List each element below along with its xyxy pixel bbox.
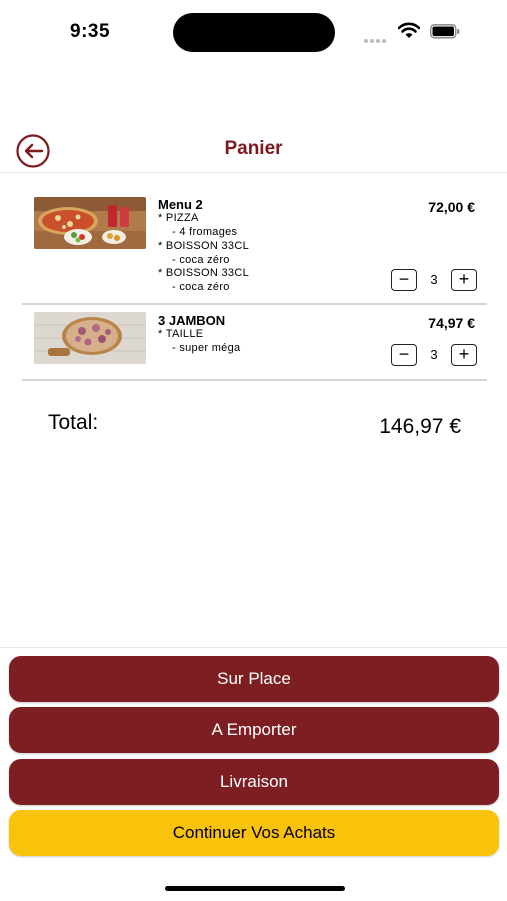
minus-icon[interactable]: −	[391, 269, 417, 291]
option-value: - coca zéro	[172, 281, 230, 293]
option-label: * BOISSON 33CL	[158, 240, 250, 252]
continuer-achats-button[interactable]: Continuer Vos Achats	[9, 810, 499, 856]
quantity-stepper: − 3 +	[391, 344, 477, 368]
option-label: * BOISSON 33CL	[158, 267, 250, 279]
total-value: 146,97 €	[379, 415, 461, 438]
cart-item: Menu 2 72,00 € * PIZZA - 4 fromages * BO…	[22, 190, 487, 305]
dynamic-island	[173, 13, 335, 52]
item-name: 3 JAMBON	[158, 313, 226, 328]
item-name: Menu 2	[158, 197, 203, 212]
nav-bar: Panier	[0, 128, 507, 173]
item-price: 74,97 €	[428, 315, 475, 331]
item-price: 72,00 €	[428, 199, 475, 215]
option-value: - coca zéro	[172, 254, 230, 266]
quantity-value: 3	[430, 272, 438, 287]
page-title: Panier	[224, 138, 283, 159]
sur-place-button[interactable]: Sur Place	[9, 656, 499, 702]
signal-icon	[364, 30, 392, 43]
total-label: Total:	[48, 411, 99, 434]
option-label: * PIZZA	[158, 212, 199, 224]
quantity-value: 3	[430, 347, 438, 362]
option-label: * TAILLE	[158, 328, 204, 340]
home-indicator	[165, 886, 345, 891]
menu-pizza-image	[34, 197, 146, 249]
cart-item: 3 JAMBON 74,97 € * TAILLE - super méga −…	[22, 305, 487, 381]
livraison-button[interactable]: Livraison	[9, 759, 499, 805]
plus-icon[interactable]: +	[451, 344, 477, 366]
option-value: - super méga	[172, 342, 241, 354]
status-bar: 9:35	[0, 0, 507, 60]
status-time: 9:35	[70, 21, 111, 42]
quantity-stepper: − 3 +	[391, 269, 477, 293]
minus-icon[interactable]: −	[391, 344, 417, 366]
action-footer: Sur Place A Emporter Livraison Continuer…	[0, 647, 507, 901]
wifi-icon	[398, 22, 420, 38]
battery-icon	[430, 24, 460, 39]
plus-icon[interactable]: +	[451, 269, 477, 291]
a-emporter-button[interactable]: A Emporter	[9, 707, 499, 753]
jambon-pizza-image	[34, 312, 146, 364]
option-value: - 4 fromages	[172, 226, 238, 238]
